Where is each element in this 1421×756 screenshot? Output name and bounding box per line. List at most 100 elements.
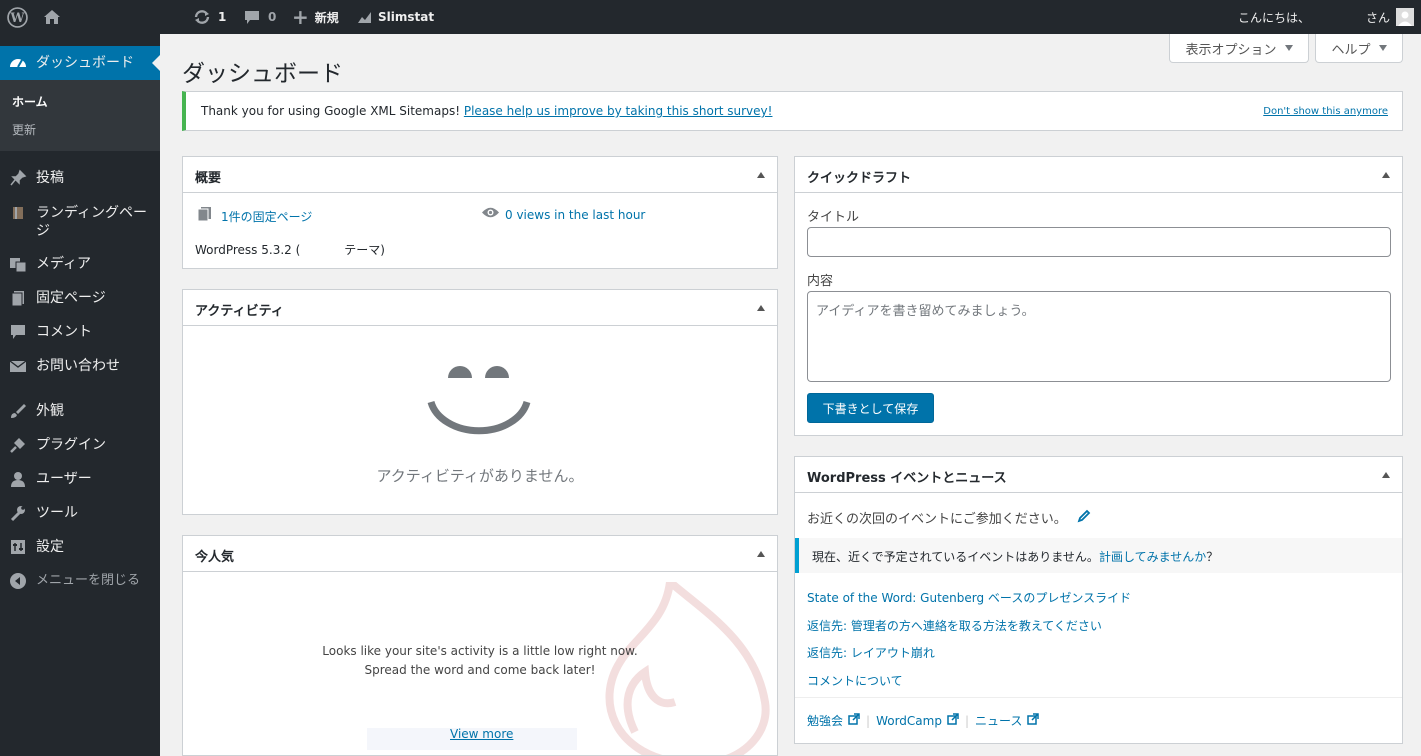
wordcamp-link[interactable]: WordCamp xyxy=(876,714,942,728)
draft-content-textarea[interactable]: アイディアを書き留めてみましょう。 xyxy=(807,291,1391,382)
brush-icon xyxy=(9,402,27,420)
submenu-updates[interactable]: 更新 xyxy=(12,121,36,138)
news-item[interactable]: 返信先: 管理者の方へ連絡を取る方法を教えてください xyxy=(807,619,1102,633)
save-draft-button[interactable]: 下書きとして保存 xyxy=(807,393,934,423)
news-item[interactable]: 返信先: レイアウト崩れ xyxy=(807,646,935,660)
plan-suffix: ？ xyxy=(1206,550,1219,564)
greeting-suffix[interactable]: さん xyxy=(1366,0,1390,34)
new-content-link[interactable]: + 新規 xyxy=(292,0,339,34)
menu-appearance-label: 外観 xyxy=(36,403,64,419)
updates-link[interactable]: 1 xyxy=(193,0,226,34)
menu-dashboard[interactable]: ダッシュボード xyxy=(0,46,160,80)
popular-header[interactable]: 今人気 xyxy=(183,536,777,572)
menu-users-label: ユーザー xyxy=(36,471,92,487)
popular-widget: 今人気 Looks like your site's activity is a… xyxy=(182,535,778,756)
meetups-link[interactable]: 勉強会 xyxy=(807,712,843,729)
slimstat-link[interactable]: Slimstat xyxy=(357,0,434,34)
news-link[interactable]: ニュース xyxy=(975,712,1022,729)
page-icon xyxy=(9,289,27,307)
screen-options-button[interactable]: 表示オプション xyxy=(1169,34,1309,63)
updates-count: 1 xyxy=(218,10,227,24)
home-icon[interactable] xyxy=(43,0,61,34)
view-more-link[interactable]: View more xyxy=(450,727,513,741)
updates-icon xyxy=(193,9,211,25)
smiley-face-icon xyxy=(427,356,533,446)
menu-pages[interactable]: 固定ページ xyxy=(0,289,160,311)
menu-comments[interactable]: コメント xyxy=(0,323,160,345)
wrench-icon xyxy=(9,504,27,522)
avatar[interactable] xyxy=(1396,0,1414,34)
popular-line-2: Spread the word and come back later! xyxy=(364,663,596,677)
caret-down-icon xyxy=(1378,45,1387,51)
menu-media[interactable]: メディア xyxy=(0,255,160,277)
menu-pages-label: 固定ページ xyxy=(36,290,106,306)
edit-location-pencil-icon[interactable] xyxy=(1077,509,1091,527)
notice-text: Thank you for using Google XML Sitemaps! xyxy=(201,104,461,118)
events-news-widget: WordPress イベントとニュース お近くの次回のイベントにご参加ください。… xyxy=(794,456,1403,744)
quick-draft-title: クイックドラフト xyxy=(807,171,912,186)
collapse-menu-label: メニューを閉じる xyxy=(36,573,141,588)
pages-count-text: 1件の固定ページ xyxy=(221,209,313,224)
sitemaps-notice: Thank you for using Google XML Sitemaps!… xyxy=(182,91,1403,131)
menu-tools[interactable]: ツール xyxy=(0,504,160,526)
menu-posts[interactable]: 投稿 xyxy=(0,169,160,191)
svg-text:W: W xyxy=(9,10,25,25)
pages-count-link[interactable]: 1件の固定ページ xyxy=(197,206,312,226)
my-account[interactable]: こんにちは、 xyxy=(1238,0,1310,34)
mail-icon xyxy=(9,357,27,375)
user-icon xyxy=(9,470,27,488)
current-arrow-icon xyxy=(152,55,160,71)
admin-bar: W 1 0 + 新規 Slimstat こんにちは、 さん xyxy=(0,0,1421,34)
plan-event-link[interactable]: 計画してみませんか xyxy=(1099,550,1206,564)
theme-suffix: テーマ) xyxy=(344,243,385,257)
toggle-panel-icon[interactable] xyxy=(1382,172,1390,178)
page-icon xyxy=(197,206,212,226)
plugin-icon xyxy=(9,436,27,454)
overview-header[interactable]: 概要 xyxy=(183,157,777,193)
news-item[interactable]: State of the Word: Gutenberg ベースのプレゼンスライ… xyxy=(807,591,1131,605)
greeting: こんにちは、 xyxy=(1238,10,1311,25)
dismiss-notice-link[interactable]: Don't show this anymore xyxy=(1263,106,1388,117)
screen-options-label: 表示オプション xyxy=(1185,42,1277,58)
collapse-menu[interactable]: メニューを閉じる xyxy=(0,572,160,594)
events-intro-text: お近くの次回のイベントにご参加ください。 xyxy=(807,512,1067,527)
media-icon xyxy=(9,255,27,273)
wordpress-logo-icon[interactable]: W xyxy=(7,0,28,34)
toggle-panel-icon[interactable] xyxy=(757,551,765,557)
activity-empty-message: アクティビティがありません。 xyxy=(376,467,584,485)
overview-widget: 概要 1件の固定ページ 0 views in the last hour Wor… xyxy=(182,156,778,269)
comments-link[interactable]: 0 xyxy=(244,0,276,34)
chart-icon xyxy=(357,11,372,24)
quick-draft-header[interactable]: クイックドラフト xyxy=(795,157,1402,193)
external-link-icon xyxy=(1027,713,1040,728)
menu-settings[interactable]: 設定 xyxy=(0,538,160,560)
draft-title-input[interactable] xyxy=(807,227,1391,257)
events-title: WordPress イベントとニュース xyxy=(807,471,1007,486)
menu-tools-label: ツール xyxy=(36,505,78,521)
menu-plugins[interactable]: プラグイン xyxy=(0,436,160,458)
news-list: State of the Word: Gutenberg ベースのプレゼンスライ… xyxy=(807,585,1131,695)
menu-users[interactable]: ユーザー xyxy=(0,470,160,492)
activity-header[interactable]: アクティビティ xyxy=(183,290,777,326)
help-button[interactable]: ヘルプ xyxy=(1315,34,1403,63)
menu-landing-pages[interactable]: ランディングページ xyxy=(0,204,160,244)
toggle-panel-icon[interactable] xyxy=(757,172,765,178)
toggle-panel-icon[interactable] xyxy=(757,305,765,311)
menu-settings-label: 設定 xyxy=(36,539,64,555)
menu-appearance[interactable]: 外観 xyxy=(0,402,160,424)
quick-draft-widget: クイックドラフト タイトル 内容 アイディアを書き留めてみましょう。 下書きとし… xyxy=(794,156,1403,436)
submenu-home[interactable]: ホーム xyxy=(12,93,48,110)
pin-icon xyxy=(9,169,27,187)
views-text: 0 views in the last hour xyxy=(505,207,646,222)
menu-contact[interactable]: お問い合わせ xyxy=(0,357,160,379)
admin-menu: ダッシュボード ホーム 更新 投稿 ランディングページ メディア 固定ページ コ… xyxy=(0,34,160,756)
news-item[interactable]: コメントについて xyxy=(807,674,903,688)
survey-link[interactable]: Please help us improve by taking this sh… xyxy=(464,104,773,118)
events-header[interactable]: WordPress イベントとニュース xyxy=(795,457,1402,493)
toggle-panel-icon[interactable] xyxy=(1382,472,1390,478)
views-link[interactable]: 0 views in the last hour xyxy=(481,206,645,223)
plus-icon: + xyxy=(292,5,309,29)
popular-message: Looks like your site's activity is a lit… xyxy=(183,642,777,680)
popular-title: 今人気 xyxy=(195,550,235,565)
events-intro: お近くの次回のイベントにご参加ください。 xyxy=(807,508,1091,527)
